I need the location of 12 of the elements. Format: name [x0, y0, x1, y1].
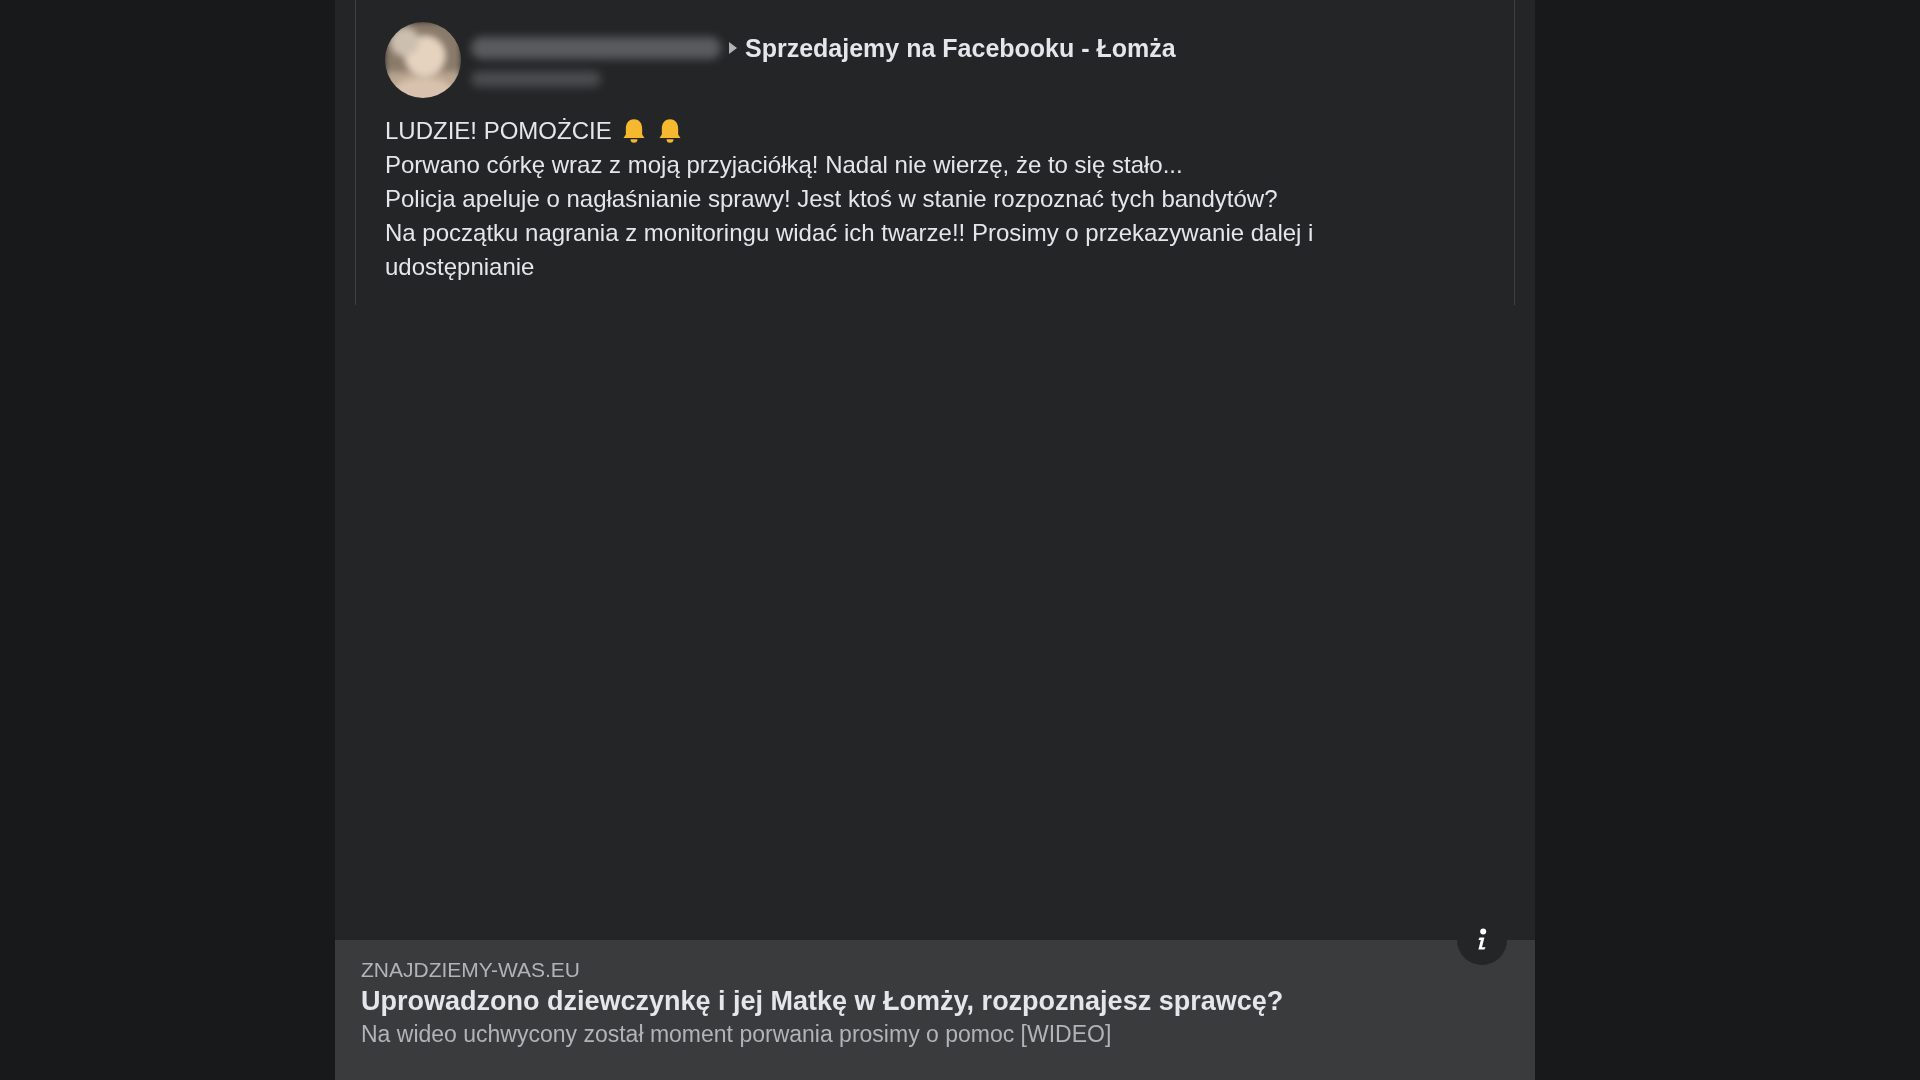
post-text-line: Policja apeluje o nagłaśnianie sprawy! Jest ktoś w stanie rozpoznać tych bandytów?: [385, 184, 1278, 214]
link-domain: ZNAJDZIEMY-WAS.EU: [361, 958, 580, 982]
info-icon: [1476, 928, 1488, 952]
post-text-line: Porwano córkę wraz z moją przyjaciółką! Nadal nie wierzę, że to się stało...: [385, 150, 1183, 180]
link-headline[interactable]: Uprowadzono dziewczynkę i jej Matkę w Łomży, rozpoznajesz sprawcę?: [361, 986, 1284, 1017]
triangle-icon: [729, 42, 737, 54]
post-text-line: Na początku nagrania z monitoringu widać ich twarze!! Prosimy o przekazywanie dalej i: [385, 218, 1314, 248]
post-text-line: udostępnianie: [385, 252, 535, 282]
group-name[interactable]: Sprzedajemy na Facebooku - Łomża: [745, 33, 1176, 63]
post-title: LUDZIE! POMOŻCIE: [385, 116, 612, 146]
link-preview[interactable]: ZNAJDZIEMY-WAS.EU Uprowadzono dziewczynkę i jej Matkę w Łomży, rozpoznajesz sprawcę? Na wideo uchwycony został moment porwania prosimy o pomoc [WIDEO]: [335, 940, 1535, 1080]
link-description: Na wideo uchwycony został moment porwania prosimy o pomoc [WIDEO]: [361, 1021, 1112, 1048]
